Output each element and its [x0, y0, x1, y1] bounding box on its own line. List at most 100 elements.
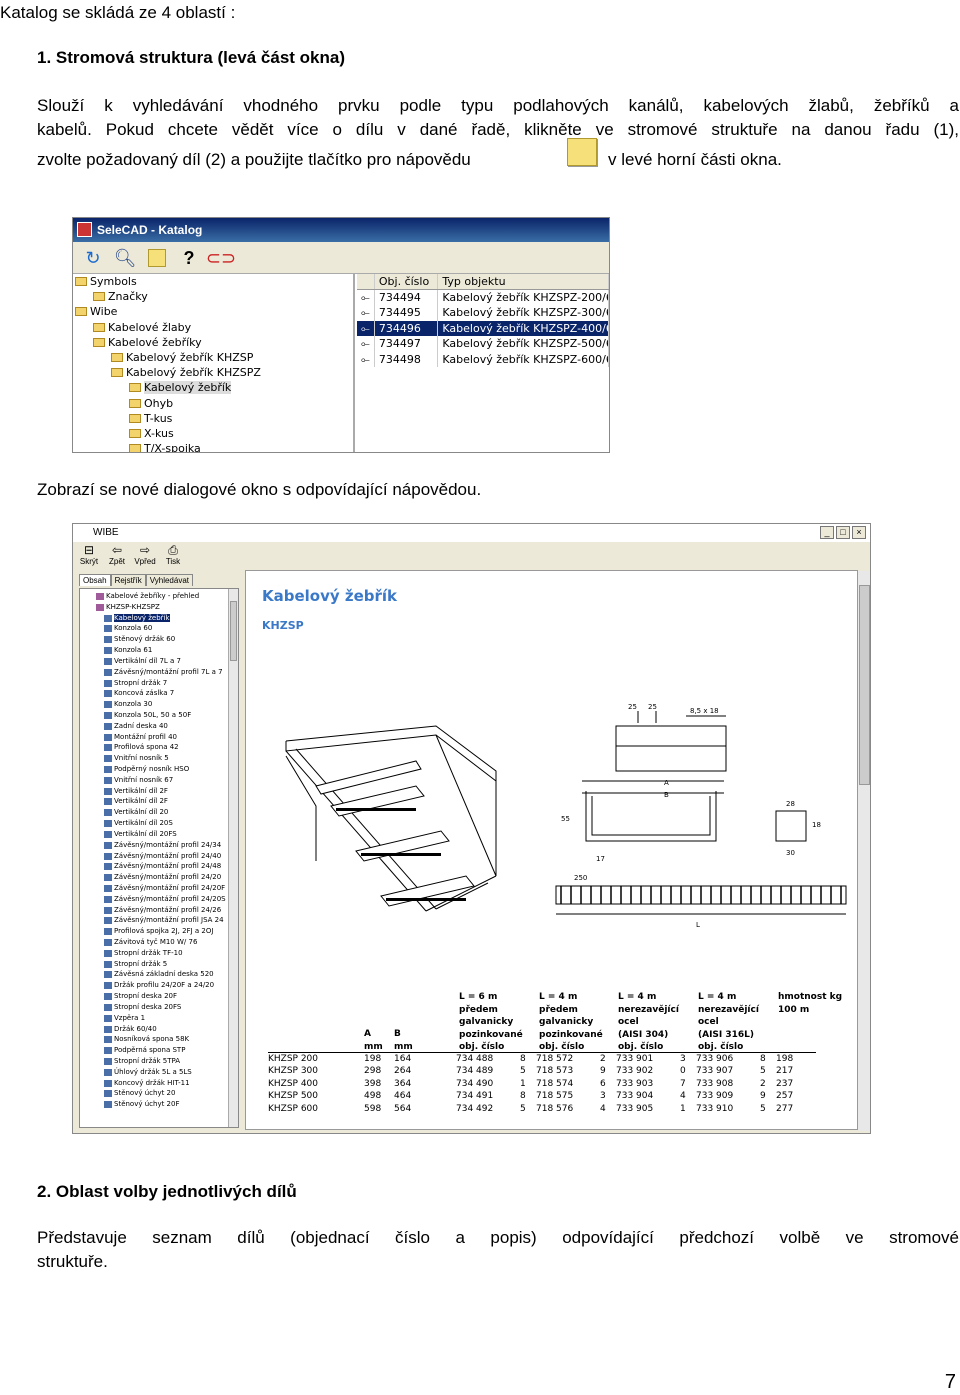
- help-tree-item[interactable]: Koncová záslka 7: [80, 688, 238, 699]
- help-tree-item[interactable]: Stropní deska 20FS: [80, 1002, 238, 1013]
- tree-item[interactable]: Wibe: [73, 304, 353, 319]
- help-note-icon: [567, 138, 597, 166]
- help-tree-item[interactable]: Stropní deska 20F: [80, 991, 238, 1002]
- help-tree-item[interactable]: Vzpěra 1: [80, 1013, 238, 1024]
- help-tree-item[interactable]: Podpěrný nosník HSO: [80, 764, 238, 775]
- note-icon[interactable]: [143, 246, 171, 270]
- book-icon: [96, 593, 104, 600]
- help-tree-item[interactable]: Vertikální díl 20S: [80, 818, 238, 829]
- page-icon: [104, 841, 112, 849]
- refresh-icon[interactable]: ↻: [79, 246, 107, 270]
- help-tree-item[interactable]: Stropní držák TF-10: [80, 948, 238, 959]
- help-tree-label: Vertikální díl 2F: [114, 786, 168, 795]
- help-tree-item[interactable]: Nosníková spona 58K: [80, 1034, 238, 1045]
- help-icon[interactable]: ?: [175, 246, 203, 270]
- tree-item[interactable]: Symbols: [73, 274, 353, 289]
- help-tree-item[interactable]: Závěsný/montážní profil 24/34: [80, 840, 238, 851]
- tree-item[interactable]: Kabelový žebřík KHZSPZ: [73, 365, 353, 380]
- tree-item-label: Značky: [108, 290, 148, 304]
- tree-item[interactable]: T-kus: [73, 411, 353, 426]
- help-tree-label: Závěsný/montážní profil 24/26: [114, 905, 222, 914]
- help-tree-item[interactable]: Závěsný/montážní profil 24/20: [80, 872, 238, 883]
- help-tree-item[interactable]: Držák 60/40: [80, 1024, 238, 1035]
- spec-cell: 718 576: [536, 1103, 574, 1114]
- tree-item[interactable]: Kabelové žebříky: [73, 335, 353, 350]
- help-tree-item[interactable]: Držák profilu 24/20F a 24/20: [80, 980, 238, 991]
- help-tree-item[interactable]: Stropní držák 5TPA: [80, 1056, 238, 1067]
- help-tree-item[interactable]: Vertikální díl 20FS: [80, 829, 238, 840]
- tab-search[interactable]: Vyhledávat: [145, 574, 193, 586]
- tree-item[interactable]: Kabelový žebřík: [73, 380, 353, 395]
- tree-item[interactable]: Kabelový žebřík KHZSP: [73, 350, 353, 365]
- help-tree-item[interactable]: Závěsný/montážní profil 24/20F: [80, 883, 238, 894]
- help-tree-item[interactable]: Stěnový držák 60: [80, 634, 238, 645]
- list-row[interactable]: ⟜ 734497 Kabelový žebřík KHZSPZ-500/6: [357, 336, 609, 352]
- column-header-type[interactable]: Typ objektu: [438, 274, 609, 289]
- help-tree-item[interactable]: Profilová spona 42: [80, 742, 238, 753]
- forward-button[interactable]: ⇨ Vpřed: [133, 542, 157, 568]
- tree-item[interactable]: Značky: [73, 289, 353, 304]
- help-tree-item[interactable]: Závěsný/montážní profil 24/20S: [80, 894, 238, 905]
- minimize-button[interactable]: _: [820, 526, 834, 539]
- help-tree-item[interactable]: Konzola 60: [80, 623, 238, 634]
- tree-item[interactable]: Kabelové žlaby: [73, 320, 353, 335]
- help-tree-item[interactable]: Profilová spojka 2J, 2FJ a 2OJ: [80, 926, 238, 937]
- help-tree-item[interactable]: Vertikální díl 20: [80, 807, 238, 818]
- part-type: Kabelový žebřík KHZSPZ-400/6: [438, 320, 609, 337]
- help-tree-item[interactable]: Zadní deska 40: [80, 721, 238, 732]
- search-icon[interactable]: 🔍︎: [111, 246, 139, 270]
- help-tree-item[interactable]: Stropní držák 5: [80, 959, 238, 970]
- tree-item[interactable]: X-kus: [73, 426, 353, 441]
- help-tree-item[interactable]: Úhlový držák 5L a 5LS: [80, 1067, 238, 1078]
- help-tree-item[interactable]: Kabelový žebřík: [80, 613, 238, 624]
- list-row[interactable]: ⟜ 734494 Kabelový žebřík KHZSPZ-200/6: [357, 290, 609, 306]
- close-button[interactable]: ×: [852, 526, 866, 539]
- help-tree-book[interactable]: Kabelové žebříky - přehled: [80, 591, 238, 602]
- help-tree-item[interactable]: Závěsný/montážní profil 24/26: [80, 905, 238, 916]
- help-tree-item[interactable]: Stěnový úchyt 20F: [80, 1099, 238, 1110]
- help-tree-item[interactable]: Stropní držák 7: [80, 678, 238, 689]
- column-header-number[interactable]: Obj. číslo: [375, 274, 439, 289]
- help-tree-item[interactable]: Vnitřní nosník 67: [80, 775, 238, 786]
- help-tree-item[interactable]: Vertikální díl 7L a 7: [80, 656, 238, 667]
- help-tree-item[interactable]: Konzola 50L, 50 a 50F: [80, 710, 238, 721]
- list-row[interactable]: ⟜ 734495 Kabelový žebřík KHZSPZ-300/6: [357, 305, 609, 321]
- page-icon: [104, 1003, 112, 1011]
- help-tree-item[interactable]: Vnitřní nosník 5: [80, 753, 238, 764]
- help-tree-item[interactable]: Závitová tyč M10 W/ 76: [80, 937, 238, 948]
- help-tree-label: Profilová spojka 2J, 2FJ a 2OJ: [114, 927, 214, 936]
- tree-scrollbar[interactable]: [228, 589, 238, 1127]
- help-tree-item[interactable]: Stěnový úchyt 20: [80, 1088, 238, 1099]
- part-number: 734495: [375, 305, 439, 321]
- help-tree-item[interactable]: Závěsný/montážní profil 24/40: [80, 851, 238, 862]
- list-row[interactable]: ⟜ 734498 Kabelový žebřík KHZSPZ-600/6: [357, 351, 609, 367]
- help-tree-book[interactable]: KHZSP-KHZSPZ: [80, 602, 238, 613]
- tab-contents[interactable]: Obsah: [79, 574, 111, 586]
- help-tree-item[interactable]: Vertikální díl 2F: [80, 786, 238, 797]
- content-scrollbar[interactable]: [858, 571, 870, 1131]
- help-tree-item[interactable]: Závěsný/montážní profil JSA 24: [80, 915, 238, 926]
- help-tree-item[interactable]: Závěsný/montážní profil 7L a 7: [80, 667, 238, 678]
- list-row[interactable]: ⟜ 734496 Kabelový žebřík KHZSPZ-400/6: [357, 320, 609, 337]
- help-tree-item[interactable]: Koncový držák HIT-11: [80, 1078, 238, 1089]
- tree-item[interactable]: T/X-spojka: [73, 441, 353, 452]
- cable-icon[interactable]: ⊂⊃: [206, 246, 236, 270]
- page-icon: [104, 733, 112, 741]
- help-tree-item[interactable]: Konzola 30: [80, 699, 238, 710]
- help-tree-item[interactable]: Závěsný/montážní profil 24/48: [80, 861, 238, 872]
- tree-item[interactable]: Ohyb: [73, 396, 353, 411]
- back-button[interactable]: ⇦ Zpět: [105, 542, 129, 568]
- help-tree-item[interactable]: Podpěrná spona STP: [80, 1045, 238, 1056]
- print-button[interactable]: ⎙ Tisk: [161, 542, 185, 568]
- help-tree-item[interactable]: Závěsná základní deska 520: [80, 969, 238, 980]
- help-tree-label: Koncový držák HIT-11: [114, 1078, 190, 1087]
- page-icon: [104, 809, 112, 817]
- help-tree-item[interactable]: Montážní profil 40: [80, 732, 238, 743]
- hide-button[interactable]: ⊟ Skrýt: [77, 542, 101, 568]
- help-tree-item[interactable]: Konzola 61: [80, 645, 238, 656]
- help-tree-item[interactable]: Vertikální díl 2F: [80, 796, 238, 807]
- maximize-button[interactable]: □: [836, 526, 850, 539]
- tab-index[interactable]: Rejstřík: [110, 574, 146, 586]
- spec-cell: 734 489: [456, 1066, 494, 1077]
- page-icon: [104, 711, 112, 719]
